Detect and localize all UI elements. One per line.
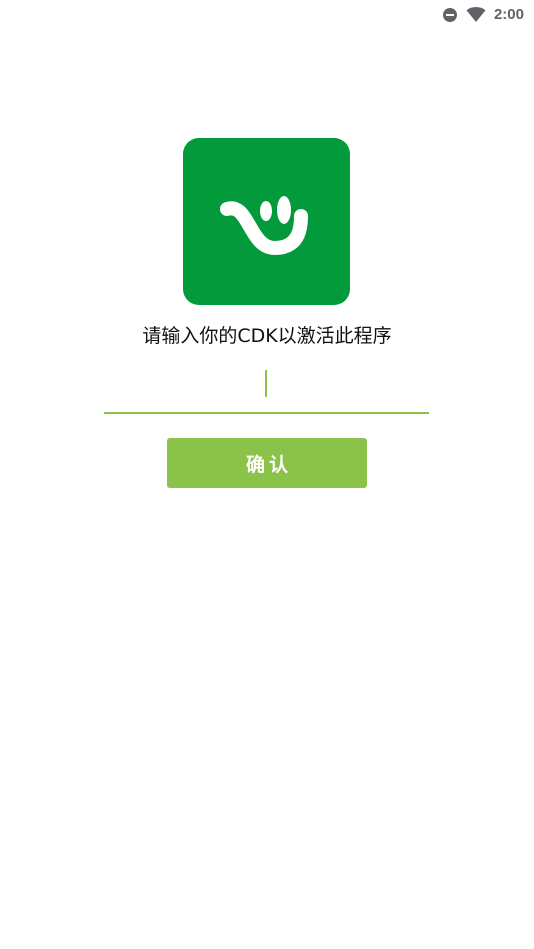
status-time: 2:00 (493, 6, 524, 23)
status-bar: 2:00 (0, 0, 534, 30)
status-icons: 2:00 (442, 4, 524, 26)
activation-prompt: 请输入你的CDK以激活此程序 (142, 325, 392, 347)
do-not-disturb-icon (442, 7, 458, 23)
text-cursor (265, 370, 267, 397)
smiley-logo-icon (220, 196, 308, 256)
wifi-icon (466, 7, 486, 23)
confirm-button[interactable]: 确认 (167, 438, 367, 488)
app-logo (183, 138, 350, 305)
